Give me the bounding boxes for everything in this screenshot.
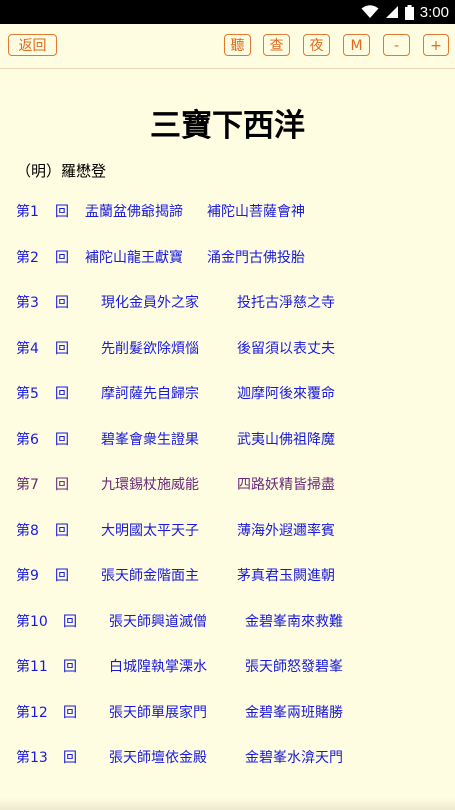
chapter-t2: 金碧峯南來救難 [245,613,343,630]
chapter-link[interactable]: 第10 回 張天師興道滅僧 金碧峯南來救難 [16,611,351,631]
wifi-icon [361,5,379,18]
chapter-link[interactable]: 第5 回 摩訶薩先自歸宗 迦摩阿後來覆命 [16,383,342,403]
chapter-hui: 回 [55,477,69,493]
chapter-link[interactable]: 第8 回 大明國太平天子 薄海外遐邇率賓 [16,520,342,540]
menu-button[interactable]: M [343,34,370,56]
chapter-num: 第1 [16,204,39,220]
chapter-num: 第3 [16,295,39,311]
status-bar: 3:00 [0,0,455,24]
chapter-t1: 張天師壇依金殿 [109,750,207,766]
status-icons: 3:00 [361,0,449,24]
chapter-link[interactable]: 第2 回補陀山龍王獻寶 涌金門古佛投胎 [16,247,312,267]
search-button[interactable]: 查 [263,34,290,56]
chapter-hui: 回 [63,704,77,721]
chapter-t1: 盂蘭盆佛爺揭諦 [85,204,183,220]
signal-icon [385,6,398,18]
status-time: 3:00 [419,3,449,21]
chapter-t2: 四路妖精皆掃盡 [237,477,335,493]
battery-icon [404,4,414,20]
chapter-num: 第7 [16,477,39,493]
chapter-t1: 白城隍執掌溧水 [109,659,207,675]
chapter-hui: 回 [55,295,69,311]
chapter-link[interactable]: 第11 回 白城隍執掌溧水 張天師怒發碧峯 [16,656,351,676]
chapter-t1: 補陀山龍王獻寶 [85,249,183,266]
page-title: 三寶下西洋 [150,108,305,144]
chapter-hui: 回 [63,750,77,766]
chapter-link[interactable]: 第4 回 先削髮欲除煩惱 後留須以表丈夫 [16,338,342,358]
chapter-t2: 張天師怒發碧峯 [245,659,343,675]
chapter-hui: 回 [55,249,69,266]
chapter-link[interactable]: 第9 回 張天師金階面主 茅真君玉闕進朝 [16,565,342,585]
chapter-t1: 大明國太平天子 [101,522,199,539]
chapter-t2: 茅真君玉闕進朝 [237,568,335,584]
chapter-t2: 涌金門古佛投胎 [207,249,305,266]
chapter-num: 第13 [16,750,48,766]
chapter-num: 第8 [16,522,39,539]
chapter-hui: 回 [63,659,77,675]
chapter-t2: 後留須以表丈夫 [237,340,335,357]
chapter-num: 第9 [16,568,39,584]
chapter-hui: 回 [55,204,69,220]
chapter-t1: 摩訶薩先自歸宗 [101,386,199,402]
night-mode-button[interactable]: 夜 [303,34,330,56]
chapter-hui: 回 [55,431,69,448]
bottom-edge [0,798,455,810]
chapter-link[interactable]: 第6 回 碧峯會衆生證果 武夷山佛祖降魔 [16,429,342,449]
chapter-t1: 碧峯會衆生證果 [101,431,199,448]
chapter-t2: 迦摩阿後來覆命 [237,386,335,402]
listen-button[interactable]: 聽 [224,34,251,56]
chapter-num: 第12 [16,704,48,721]
chapter-num: 第4 [16,340,39,357]
chapter-t1: 九環錫杖施威能 [101,477,199,493]
chapter-num: 第11 [16,659,48,675]
chapter-hui: 回 [55,522,69,539]
chapter-t1: 現化金員外之家 [101,295,199,311]
chapter-link[interactable]: 第7 回 九環錫杖施威能 四路妖精皆掃盡 [16,474,342,494]
chapter-t2: 金碧峯水渰天門 [245,750,343,766]
chapter-link[interactable]: 第13 回 張天師壇依金殿 金碧峯水渰天門 [16,747,351,767]
chapter-link[interactable]: 第12 回 張天師單展家門 金碧峯兩班賭勝 [16,702,351,722]
toolbar: 返回 聽 查 夜 M - + [0,24,455,69]
chapter-num: 第10 [16,613,48,630]
chapter-hui: 回 [55,386,69,402]
chapter-t1: 張天師單展家門 [109,704,207,721]
chapter-num: 第2 [16,249,39,266]
chapter-t1: 張天師金階面主 [101,568,199,584]
chapter-hui: 回 [55,568,69,584]
chapter-t2: 金碧峯兩班賭勝 [245,704,343,721]
chapter-t2: 投托古淨慈之寺 [237,295,335,311]
chapter-t1: 先削髮欲除煩惱 [101,340,199,357]
back-button[interactable]: 返回 [8,34,57,56]
chapter-t2: 武夷山佛祖降魔 [237,431,335,448]
chapter-num: 第6 [16,431,39,448]
chapter-t2: 補陀山菩薩會神 [207,204,305,220]
chapter-hui: 回 [63,613,77,630]
font-larger-button[interactable]: + [423,34,449,56]
author: （明）羅懋登 [16,162,107,180]
chapter-hui: 回 [55,340,69,357]
chapter-t1: 張天師興道滅僧 [109,613,207,630]
chapter-t2: 薄海外遐邇率賓 [237,522,335,539]
chapter-num: 第5 [16,386,39,402]
font-smaller-button[interactable]: - [383,34,410,56]
chapter-link[interactable]: 第1 回盂蘭盆佛爺揭諦 補陀山菩薩會神 [16,201,312,221]
chapter-link[interactable]: 第3 回 現化金員外之家 投托古淨慈之寺 [16,292,342,312]
